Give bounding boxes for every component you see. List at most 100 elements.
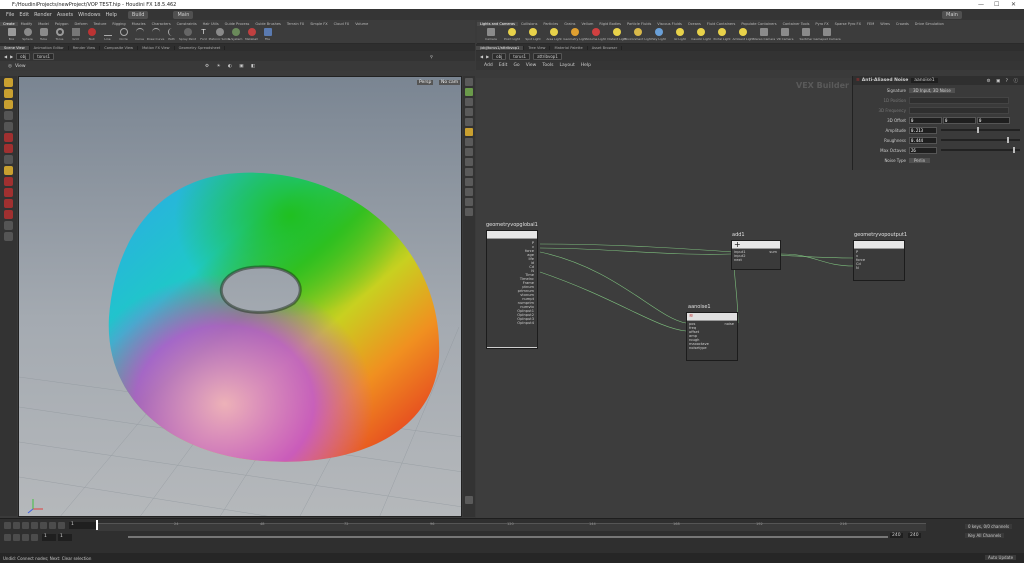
- camera-menu[interactable]: No cam: [439, 80, 461, 85]
- shelf-tab[interactable]: Model: [35, 22, 52, 26]
- frame-icon[interactable]: [465, 188, 473, 196]
- offset-z-field[interactable]: 0: [977, 116, 1010, 124]
- net-menu-edit[interactable]: Edit: [499, 63, 508, 68]
- offset-y-field[interactable]: 0: [943, 116, 976, 124]
- tab-tree-view[interactable]: Tree View: [524, 45, 551, 50]
- tab-motion-fx-view[interactable]: Motion FX View: [138, 45, 175, 50]
- tab-composite-view[interactable]: Composite View: [100, 45, 139, 50]
- shelf-tab[interactable]: Populate Containers: [738, 22, 779, 26]
- net-menu-help[interactable]: Help: [581, 63, 591, 68]
- persp-menu[interactable]: Persp: [417, 80, 434, 85]
- shelf-tab[interactable]: Collisions: [518, 22, 540, 26]
- noise-type-menu[interactable]: Perlin: [909, 157, 931, 163]
- desktop-build-selector[interactable]: Build: [127, 10, 149, 19]
- net-menu-add[interactable]: Add: [484, 63, 493, 68]
- tool-area-light[interactable]: Area Light: [544, 27, 564, 41]
- max-octaves-slider-knob[interactable]: [1012, 147, 1015, 153]
- tool-stereo-camera[interactable]: Stereo Camera: [753, 27, 775, 41]
- ghost-icon[interactable]: [465, 108, 473, 116]
- net-menu-layout[interactable]: Layout: [559, 63, 574, 68]
- pose-icon[interactable]: [4, 155, 13, 164]
- tool-metaball[interactable]: Metaball: [244, 27, 259, 41]
- tab-animation-editor[interactable]: Animation Editor: [30, 45, 69, 50]
- normals-icon[interactable]: [465, 158, 473, 166]
- maximize-icon[interactable]: ☐: [994, 1, 999, 8]
- shelf-tab[interactable]: Cloud FX: [331, 22, 353, 26]
- tool-gamepad-camera[interactable]: Gamepad Camera: [813, 27, 841, 41]
- realtime-toggle-icon[interactable]: [4, 533, 11, 541]
- light-icon[interactable]: [465, 128, 473, 136]
- shelf-tab[interactable]: Muscles: [129, 22, 149, 26]
- grid-toggle-icon[interactable]: [465, 178, 473, 186]
- forward-arrow-icon[interactable]: ▶: [10, 54, 13, 59]
- port-in[interactable]: noisetype: [689, 346, 735, 350]
- key-all-channels-button[interactable]: Key All Channels: [965, 533, 1005, 538]
- minimize-icon[interactable]: —: [978, 1, 984, 8]
- shelf-tab[interactable]: Hair Utils: [200, 22, 222, 26]
- path-obj[interactable]: obj: [492, 52, 507, 60]
- shelf-tab[interactable]: Sparse Pyro FX: [832, 22, 864, 26]
- node-geometryvopglobal1[interactable]: P v force age life id Cd N Time TimeInc …: [486, 230, 538, 349]
- uv-icon[interactable]: [465, 168, 473, 176]
- tool-draw-curve[interactable]: Draw Curve: [147, 27, 164, 41]
- tool-line[interactable]: Line: [100, 27, 115, 41]
- shelf-tab[interactable]: Container Tools: [780, 22, 813, 26]
- tab-geometry-spreadsheet[interactable]: Geometry Spreadsheet: [175, 45, 226, 50]
- shelf-tab[interactable]: Constraints: [174, 22, 200, 26]
- tool-null[interactable]: Null: [84, 27, 99, 41]
- loop-icon[interactable]: [13, 533, 20, 541]
- net-menu-view[interactable]: View: [526, 63, 537, 68]
- shelf-tab[interactable]: Rigid Bodies: [596, 22, 624, 26]
- tool-caustic-light[interactable]: Caustic Light: [691, 27, 711, 41]
- roughness-slider[interactable]: [941, 137, 1020, 143]
- shelf-tab[interactable]: Volume: [352, 22, 371, 26]
- range-end-field[interactable]: 240: [890, 533, 903, 538]
- point-snap-icon[interactable]: [4, 210, 13, 219]
- shelf-tab[interactable]: Vellum: [579, 22, 597, 26]
- shelf-tab[interactable]: Viscous Fluids: [654, 22, 685, 26]
- tool-sky-light[interactable]: Sky Light: [649, 27, 669, 41]
- tool-portal-light[interactable]: Portal Light: [712, 27, 732, 41]
- shading-icon[interactable]: [465, 88, 473, 96]
- render-region-icon[interactable]: [4, 232, 13, 241]
- roughness-slider-knob[interactable]: [1006, 137, 1009, 143]
- menu-edit[interactable]: Edit: [19, 12, 29, 18]
- param-header-icons[interactable]: ⚙ ▣ ? ⓘ: [987, 78, 1020, 84]
- shelf-tab[interactable]: Wires: [877, 22, 893, 26]
- 3d-viewport[interactable]: Persp No cam: [18, 76, 462, 517]
- amplitude-field[interactable]: 0.213: [909, 126, 937, 134]
- points-icon[interactable]: [465, 148, 473, 156]
- node-geometryvopoutput1[interactable]: P v force Cd N: [853, 240, 905, 281]
- shelf-tab[interactable]: Oceans: [685, 22, 704, 26]
- shelf-tab[interactable]: Pyro FX: [812, 22, 831, 26]
- tool-vr-camera[interactable]: VR Camera: [775, 27, 795, 41]
- snap-icon[interactable]: [4, 144, 13, 153]
- shelf-tab[interactable]: Grains: [561, 22, 578, 26]
- display-icon[interactable]: [465, 78, 473, 86]
- close-icon[interactable]: ✕: [1011, 1, 1016, 8]
- menu-file[interactable]: File: [6, 12, 14, 18]
- shelf-tab[interactable]: Drive Simulation: [912, 22, 947, 26]
- range-slider[interactable]: [128, 536, 888, 538]
- 1d-position-field[interactable]: [909, 96, 1009, 104]
- tab-scene-view[interactable]: Scene View: [0, 45, 30, 50]
- tool-point-light[interactable]: Point Light: [502, 27, 522, 41]
- max-octaves-slider[interactable]: [941, 147, 1020, 153]
- net-menu-tools[interactable]: Tools: [542, 63, 553, 68]
- tool-l-system[interactable]: L-System: [228, 27, 243, 41]
- timeline-cursor[interactable]: [96, 520, 98, 530]
- step-forward-icon[interactable]: [49, 521, 56, 529]
- tool-curve[interactable]: Curve: [132, 27, 147, 41]
- magnet-icon[interactable]: [4, 177, 13, 186]
- tool-circle[interactable]: Circle: [116, 27, 131, 41]
- node-aanoise1[interactable]: ≋ pos freq offset amp rough maxoctave no…: [686, 312, 738, 361]
- start-frame-field[interactable]: 1: [42, 533, 56, 541]
- path-attribvop1[interactable]: attribvop1: [533, 52, 562, 60]
- audio-icon[interactable]: [22, 533, 29, 541]
- end-frame-field[interactable]: 1: [58, 533, 72, 541]
- tool-path[interactable]: Path: [164, 27, 179, 41]
- stop-icon[interactable]: [31, 521, 38, 529]
- tool-box[interactable]: Box: [4, 27, 19, 41]
- shelf-tab[interactable]: Deform: [72, 22, 91, 26]
- tab-network-editor[interactable]: /obj/torus1/attribvop1: [476, 45, 525, 50]
